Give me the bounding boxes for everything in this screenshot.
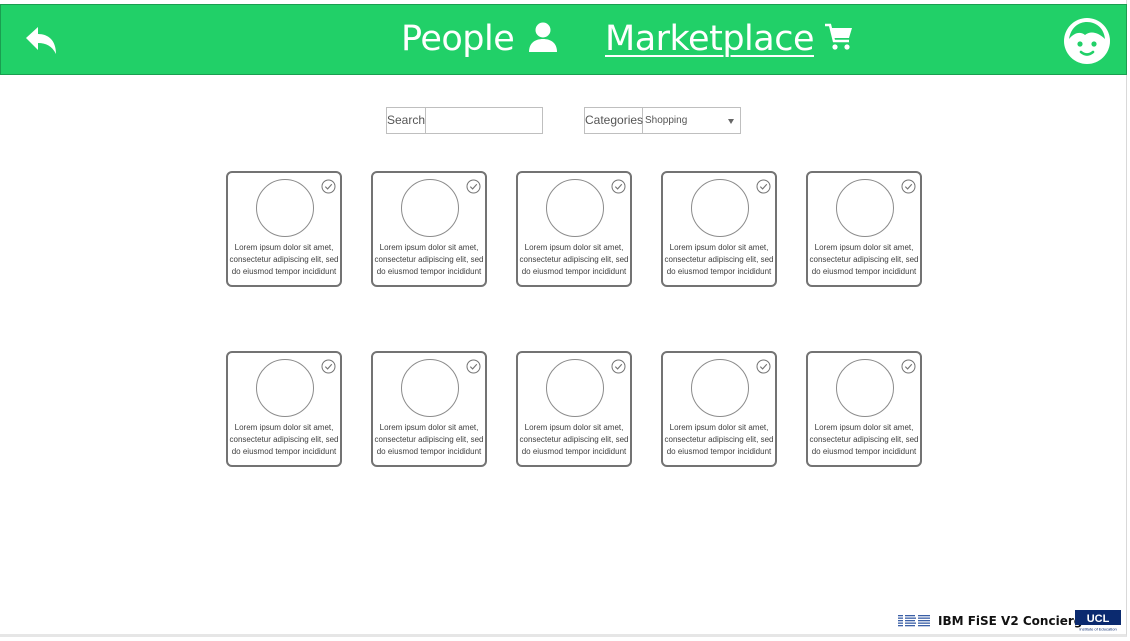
- item-card[interactable]: Lorem ipsum dolor sit amet, consectetur …: [661, 171, 777, 287]
- card-description: Lorem ipsum dolor sit amet, consectetur …: [664, 423, 774, 456]
- card-description: Lorem ipsum dolor sit amet, consectetur …: [229, 423, 339, 456]
- item-card[interactable]: Lorem ipsum dolor sit amet, consectetur …: [516, 351, 632, 467]
- item-card[interactable]: Lorem ipsum dolor sit amet, consectetur …: [516, 171, 632, 287]
- item-card[interactable]: Lorem ipsum dolor sit amet, consectetur …: [806, 171, 922, 287]
- card-image-placeholder: [546, 359, 604, 417]
- card-image-placeholder: [256, 359, 314, 417]
- check-circle-icon[interactable]: [901, 179, 916, 194]
- ucl-logo: UCL Institute of Education: [1075, 610, 1121, 632]
- back-arrow-icon: [26, 27, 56, 54]
- card-description: Lorem ipsum dolor sit amet, consectetur …: [664, 243, 774, 276]
- nav-marketplace-label: Marketplace: [605, 19, 814, 59]
- search-input[interactable]: [426, 108, 590, 133]
- card-description: Lorem ipsum dolor sit amet, consectetur …: [519, 423, 629, 456]
- footer-app-title: IBM FiSE V2 Concierge: [938, 614, 1091, 628]
- top-nav-bar: People Marketplace: [0, 4, 1127, 75]
- nav-people-link[interactable]: People: [401, 17, 558, 61]
- check-circle-icon[interactable]: [901, 359, 916, 374]
- card-image-placeholder: [546, 179, 604, 237]
- card-description: Lorem ipsum dolor sit amet, consectetur …: [519, 243, 629, 276]
- nav-marketplace-link[interactable]: Marketplace: [605, 17, 854, 61]
- item-card[interactable]: Lorem ipsum dolor sit amet, consectetur …: [226, 351, 342, 467]
- shopping-cart-icon: [824, 22, 854, 57]
- card-description: Lorem ipsum dolor sit amet, consectetur …: [229, 243, 339, 276]
- page-frame: [0, 0, 1127, 637]
- ibm-logo: [898, 615, 930, 627]
- categories-dropdown[interactable]: Shopping: [643, 108, 740, 133]
- card-image-placeholder: [836, 179, 894, 237]
- check-circle-icon[interactable]: [756, 179, 771, 194]
- card-image-placeholder: [836, 359, 894, 417]
- dropdown-arrow-icon: [728, 119, 734, 124]
- categories-selected-value: Shopping: [645, 115, 688, 126]
- avatar-face-icon: [1064, 18, 1110, 64]
- item-card[interactable]: Lorem ipsum dolor sit amet, consectetur …: [371, 351, 487, 467]
- card-image-placeholder: [691, 359, 749, 417]
- svg-text:UCL: UCL: [1087, 613, 1110, 625]
- svg-text:Institute of Education: Institute of Education: [1079, 627, 1116, 632]
- card-image-placeholder: [256, 179, 314, 237]
- check-circle-icon[interactable]: [611, 359, 626, 374]
- item-card[interactable]: Lorem ipsum dolor sit amet, consectetur …: [661, 351, 777, 467]
- search-label: Search: [387, 108, 427, 133]
- nav-people-label: People: [401, 19, 515, 59]
- check-circle-icon[interactable]: [466, 359, 481, 374]
- card-image-placeholder: [401, 359, 459, 417]
- back-button[interactable]: [23, 25, 59, 57]
- card-description: Lorem ipsum dolor sit amet, consectetur …: [374, 243, 484, 276]
- card-image-placeholder: [401, 179, 459, 237]
- categories-label: Categories: [585, 108, 643, 133]
- item-card[interactable]: Lorem ipsum dolor sit amet, consectetur …: [226, 171, 342, 287]
- check-circle-icon[interactable]: [611, 179, 626, 194]
- check-circle-icon[interactable]: [756, 359, 771, 374]
- item-card[interactable]: Lorem ipsum dolor sit amet, consectetur …: [371, 171, 487, 287]
- card-description: Lorem ipsum dolor sit amet, consectetur …: [374, 423, 484, 456]
- categories-filter: Categories Shopping: [584, 107, 741, 134]
- check-circle-icon[interactable]: [321, 179, 336, 194]
- card-description: Lorem ipsum dolor sit amet, consectetur …: [809, 243, 919, 276]
- profile-avatar-button[interactable]: [1063, 17, 1111, 65]
- person-icon: [528, 21, 558, 58]
- check-circle-icon[interactable]: [466, 179, 481, 194]
- card-description: Lorem ipsum dolor sit amet, consectetur …: [809, 423, 919, 456]
- item-card[interactable]: Lorem ipsum dolor sit amet, consectetur …: [806, 351, 922, 467]
- check-circle-icon[interactable]: [321, 359, 336, 374]
- search-field: Search: [386, 107, 590, 134]
- card-image-placeholder: [691, 179, 749, 237]
